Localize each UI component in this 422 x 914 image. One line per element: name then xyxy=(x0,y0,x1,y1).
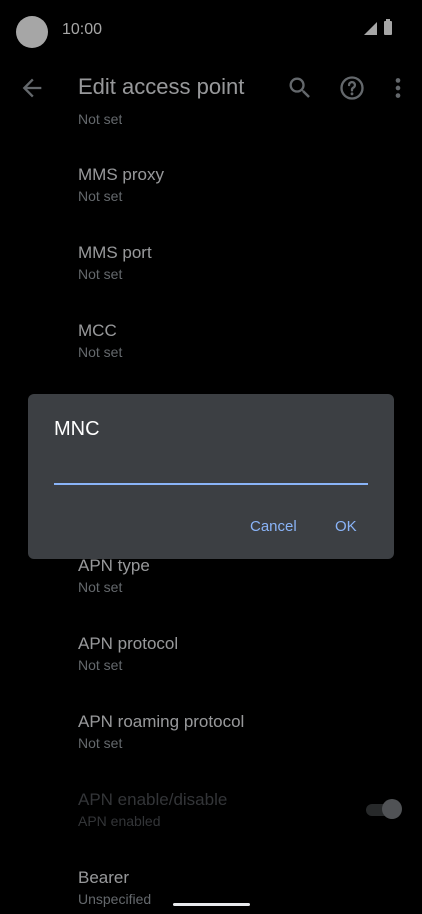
dialog-title: MNC xyxy=(54,418,100,440)
ok-button[interactable]: OK xyxy=(335,518,357,535)
mnc-input[interactable] xyxy=(54,452,372,484)
gesture-home-bar[interactable] xyxy=(173,903,250,906)
input-underline xyxy=(54,483,368,485)
cancel-button[interactable]: Cancel xyxy=(250,518,297,535)
mnc-dialog: MNC Cancel OK xyxy=(28,394,394,559)
screen: 10:00 Not set MMS proxy Not set MMS port… xyxy=(0,0,422,914)
